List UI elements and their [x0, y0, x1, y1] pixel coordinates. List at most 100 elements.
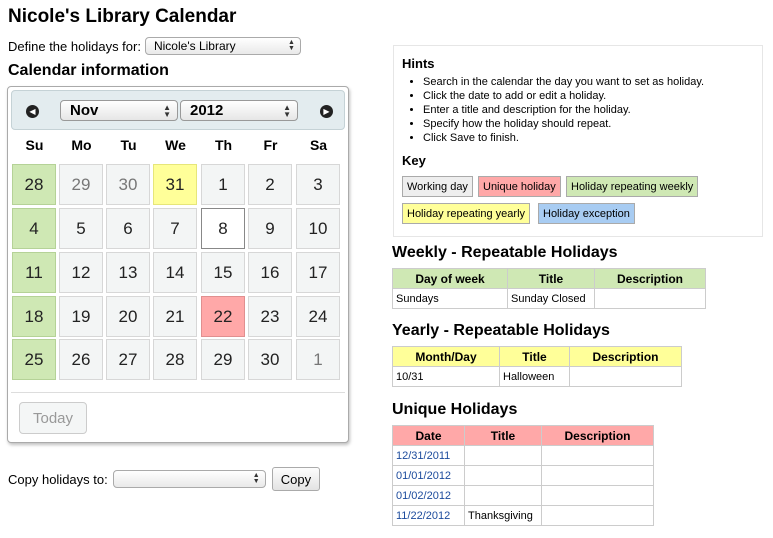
holiday-date-link[interactable]: 12/31/2011: [396, 450, 450, 462]
hint-item: Specify how the holiday should repeat.: [423, 117, 754, 131]
month-select[interactable]: Nov ▲ ▼: [60, 100, 178, 121]
calendar-day[interactable]: 9: [248, 208, 292, 249]
table-row[interactable]: Sundays Sunday Closed: [392, 288, 706, 309]
calendar-day[interactable]: 22: [201, 296, 245, 337]
weekday-label: We: [165, 137, 186, 153]
key-unique-holiday: Unique holiday: [478, 176, 561, 197]
calendar-day[interactable]: 18: [12, 296, 56, 337]
hints-title: Hints: [402, 56, 435, 71]
hints-list: Search in the calendar the day you want …: [402, 75, 754, 145]
column-header: Title: [464, 425, 542, 446]
key-holiday-weekly: Holiday repeating weekly: [566, 176, 699, 197]
table-row[interactable]: 01/01/2012: [392, 465, 654, 486]
calendar-day[interactable]: 2: [248, 164, 292, 205]
weekly-holidays-table: Day of week Title Description Sundays Su…: [392, 268, 706, 309]
holiday-date-link[interactable]: 01/02/2012: [396, 490, 451, 502]
calendar-day[interactable]: 16: [248, 252, 292, 293]
table-cell: 01/02/2012: [392, 485, 465, 506]
column-header: Description: [541, 425, 654, 446]
calendar-day[interactable]: 31: [153, 164, 197, 205]
calendar-day[interactable]: 25: [12, 339, 56, 380]
calendar-day[interactable]: 7: [153, 208, 197, 249]
calendar-day[interactable]: 30: [248, 339, 292, 380]
copy-target-select[interactable]: ▲ ▼: [112, 470, 266, 488]
select-arrows-icon: ▲ ▼: [288, 39, 295, 52]
calendar-day[interactable]: 24: [296, 296, 340, 337]
hint-item: Click the date to add or edit a holiday.: [423, 89, 754, 103]
table-row[interactable]: 10/31 Halloween: [392, 366, 682, 387]
calendar-day[interactable]: 27: [106, 339, 150, 380]
calendar-day[interactable]: 21: [153, 296, 197, 337]
select-arrows-icon: ▲ ▼: [163, 102, 171, 119]
weekday-label: Sa: [309, 137, 328, 153]
calendar-day[interactable]: 29: [59, 164, 103, 205]
calendar-divider: [11, 392, 345, 393]
holiday-date-link[interactable]: 11/22/2012: [396, 510, 450, 522]
copy-button[interactable]: Copy: [271, 467, 321, 491]
calendar-day[interactable]: 8: [201, 208, 245, 249]
year-select-value: 2012: [190, 102, 224, 119]
copy-holidays-label: Copy holidays to:: [8, 471, 108, 487]
key-title: Key: [402, 153, 426, 168]
calendar-day[interactable]: 13: [106, 252, 150, 293]
calendar-day[interactable]: 20: [106, 296, 150, 337]
calendar-day[interactable]: 29: [201, 339, 245, 380]
calendar-day[interactable]: 10: [296, 208, 340, 249]
calendar-day[interactable]: 6: [106, 208, 150, 249]
today-button[interactable]: Today: [19, 402, 87, 434]
table-row[interactable]: 11/22/2012 Thanksgiving: [392, 505, 654, 526]
calendar-day[interactable]: 5: [59, 208, 103, 249]
calendar-day[interactable]: 28: [12, 164, 56, 205]
calendar-day[interactable]: 26: [59, 339, 103, 380]
library-select-value: Nicole's Library: [153, 39, 236, 53]
calendar-heading: Calendar information: [8, 62, 169, 79]
hints-box: Hints Search in the calendar the day you…: [393, 45, 763, 237]
column-header: Title: [499, 346, 570, 367]
key-holiday-yearly: Holiday repeating yearly: [402, 203, 531, 224]
weekday-label: Su: [25, 137, 44, 153]
hint-item: Enter a title and description for the ho…: [423, 103, 754, 117]
calendar-day[interactable]: 4: [12, 208, 56, 249]
table-row[interactable]: 12/31/2011: [392, 445, 654, 466]
table-cell: [541, 505, 654, 526]
library-select[interactable]: Nicole's Library ▲ ▼: [144, 37, 301, 55]
hint-item: Search in the calendar the day you want …: [423, 75, 754, 89]
column-header: Date: [392, 425, 465, 446]
calendar-day[interactable]: 1: [201, 164, 245, 205]
weekday-label: Fr: [263, 137, 278, 153]
calendar-day[interactable]: 28: [153, 339, 197, 380]
holiday-date-link[interactable]: 01/01/2012: [396, 470, 451, 482]
calendar-day[interactable]: 15: [201, 252, 245, 293]
calendar-day[interactable]: 3: [296, 164, 340, 205]
column-header: Month/Day: [392, 346, 500, 367]
table-row[interactable]: 01/02/2012: [392, 485, 654, 506]
calendar-day[interactable]: 1: [296, 339, 340, 380]
next-month-icon[interactable]: ▶: [320, 105, 333, 118]
month-select-value: Nov: [70, 102, 99, 119]
calendar-widget: ◀ Nov ▲ ▼ 2012 ▲ ▼ ▶ Su Mo Tu We Th Fr Sa 28 29 30…: [7, 86, 349, 443]
calendar-day[interactable]: 23: [248, 296, 292, 337]
calendar-day[interactable]: 12: [59, 252, 103, 293]
yearly-heading: Yearly - Repeatable Holidays: [392, 322, 610, 339]
calendar-day[interactable]: 17: [296, 252, 340, 293]
column-header: Title: [507, 268, 595, 289]
prev-month-icon[interactable]: ◀: [26, 105, 39, 118]
calendar-day[interactable]: 30: [106, 164, 150, 205]
table-cell: 01/01/2012: [392, 465, 465, 486]
calendar-day[interactable]: 19: [59, 296, 103, 337]
select-arrows-icon: ▲ ▼: [283, 102, 291, 119]
year-select[interactable]: 2012 ▲ ▼: [180, 100, 298, 121]
unique-heading: Unique Holidays: [392, 401, 518, 418]
table-cell: [464, 445, 542, 466]
weekday-label: Tu: [120, 137, 137, 153]
calendar-day[interactable]: 11: [12, 252, 56, 293]
calendar-day[interactable]: 14: [153, 252, 197, 293]
table-cell: [464, 465, 542, 486]
table-cell: Sunday Closed: [507, 288, 595, 309]
table-cell: [541, 445, 654, 466]
weekday-label: Mo: [71, 137, 92, 153]
define-holidays-label: Define the holidays for:: [8, 38, 141, 54]
hint-item: Click Save to finish.: [423, 131, 754, 145]
table-cell: Thanksgiving: [464, 505, 542, 526]
copy-holidays-row: Copy holidays to: ▲ ▼ Copy: [8, 467, 321, 491]
